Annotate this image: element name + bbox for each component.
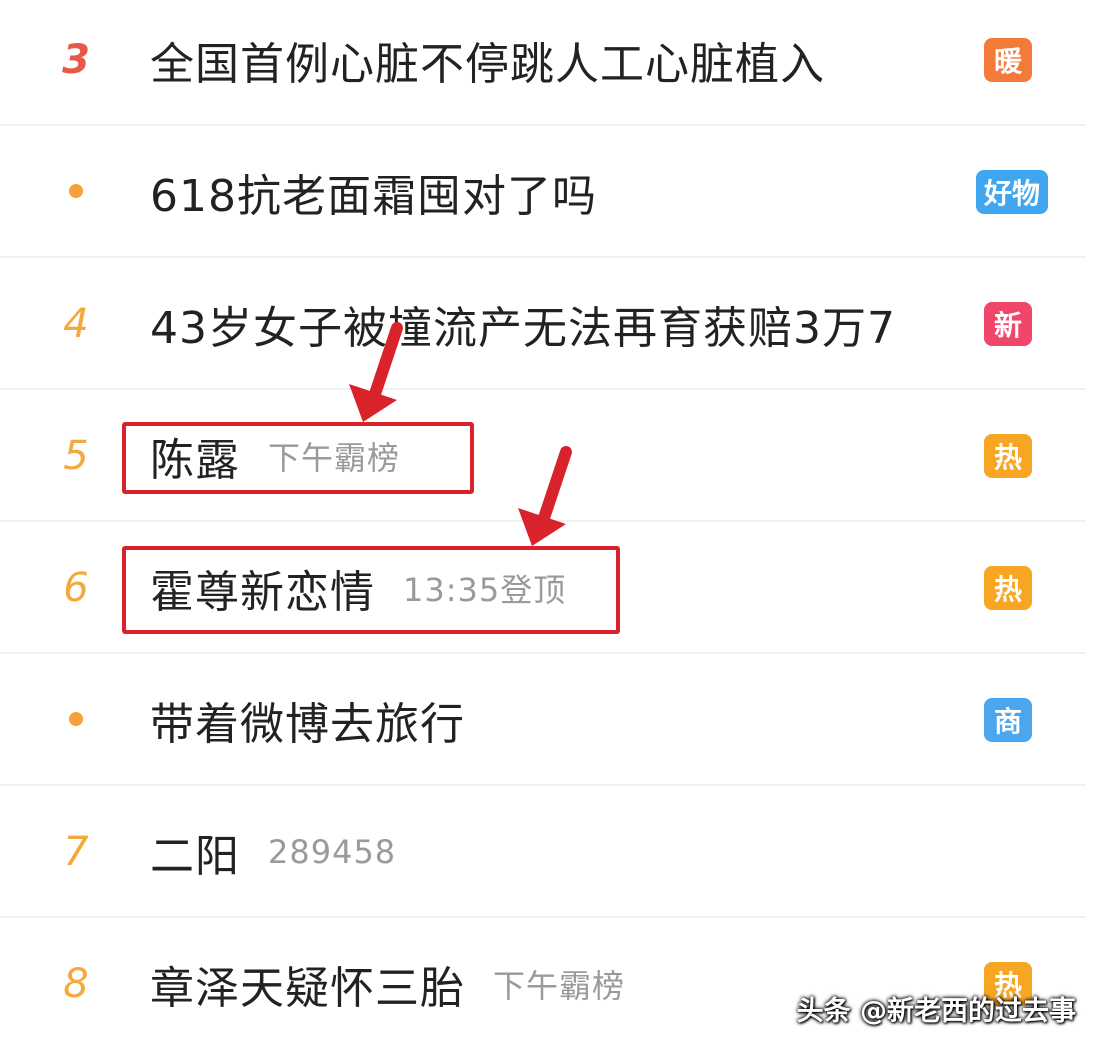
highlight-box: [122, 546, 620, 634]
watermark: 头条 @新老西的过去事: [796, 996, 1076, 1027]
hot-badge: 热: [984, 566, 1032, 610]
promoted-dot-icon: [69, 712, 83, 726]
rank-number: 8: [63, 961, 89, 1007]
promoted-dot-icon: [69, 184, 83, 198]
list-item[interactable]: 7 二阳 289458: [0, 786, 1098, 918]
topic-title-text: 章泽天疑怀三胎: [150, 963, 465, 1014]
rank-number: 4: [63, 301, 89, 347]
topic-title-text: 带着微博去旅行: [150, 699, 465, 750]
arrow-down-icon: [518, 446, 572, 546]
shop-badge: 商: [984, 698, 1032, 742]
topic-title-text: 43岁女子被撞流产无法再育获赔3万7: [150, 303, 896, 354]
list-item[interactable]: 8 章泽天疑怀三胎 下午霸榜 热: [0, 918, 1098, 1050]
new-badge: 新: [984, 302, 1032, 346]
topic-title[interactable]: 章泽天疑怀三胎 下午霸榜: [150, 918, 625, 1050]
list-item[interactable]: 618抗老面霜囤对了吗 好物: [0, 126, 1098, 258]
goods-badge: 好物: [976, 170, 1048, 214]
topic-title[interactable]: 43岁女子被撞流产无法再育获赔3万7: [150, 258, 896, 390]
arrow-down-icon: [349, 322, 403, 422]
list-item[interactable]: 带着微博去旅行 商: [0, 654, 1098, 786]
topic-title[interactable]: 618抗老面霜囤对了吗: [150, 126, 597, 258]
topic-title-text: 二阳: [150, 831, 240, 882]
list-item[interactable]: 4 43岁女子被撞流产无法再育获赔3万7 新: [0, 258, 1098, 390]
warm-badge: 暖: [984, 38, 1032, 82]
topic-title-text: 全国首例心脏不停跳人工心脏植入: [150, 39, 825, 90]
rank-number: 3: [62, 37, 90, 83]
topic-title-text: 618抗老面霜囤对了吗: [150, 171, 597, 222]
topic-title[interactable]: 全国首例心脏不停跳人工心脏植入: [150, 0, 825, 126]
rank-number: 6: [63, 565, 89, 611]
hot-badge: 热: [984, 434, 1032, 478]
rank-number: 7: [63, 829, 89, 875]
highlight-box: [122, 422, 474, 494]
topic-subtitle: 下午霸榜: [493, 967, 626, 1005]
topic-title[interactable]: 二阳 289458: [150, 786, 396, 918]
list-item[interactable]: 3 全国首例心脏不停跳人工心脏植入 暖: [0, 0, 1098, 126]
topic-heat-count: 289458: [268, 833, 397, 871]
rank-number: 5: [63, 433, 89, 479]
topic-title[interactable]: 带着微博去旅行: [150, 654, 465, 786]
